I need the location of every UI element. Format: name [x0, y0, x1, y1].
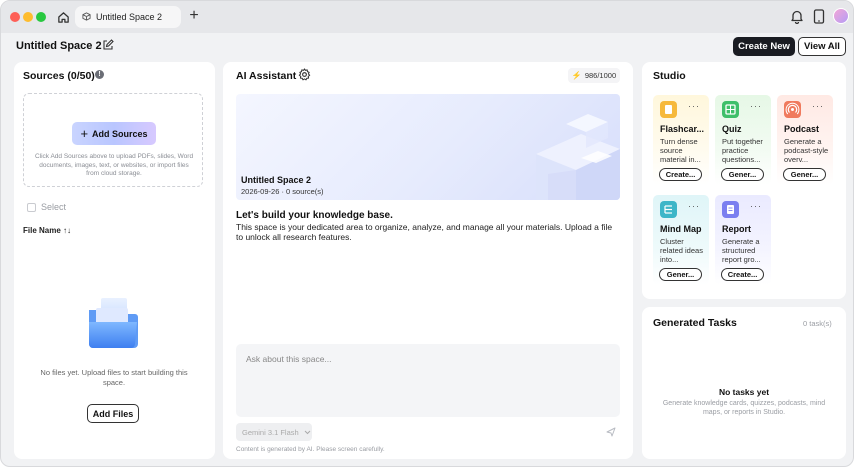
close-window-button[interactable]	[10, 12, 20, 22]
tab-label: Untitled Space 2	[96, 12, 163, 22]
ai-assistant-title: AI Assistant	[236, 70, 297, 82]
space-title: Untitled Space 2	[16, 40, 102, 52]
sources-title: Sources (0/50)	[23, 70, 95, 82]
no-tasks-description: Generate knowledge cards, quizzes, podca…	[662, 400, 826, 416]
minimize-window-button[interactable]	[23, 12, 33, 22]
card-description: Generate a podcast-style overv...	[784, 137, 829, 164]
tasks-title: Generated Tasks	[653, 317, 737, 329]
tab-untitled-space[interactable]: Untitled Space 2	[75, 6, 181, 28]
card-description: Cluster related ideas into...	[660, 237, 703, 264]
file-name-sort-header[interactable]: File Name ↑↓	[23, 226, 71, 235]
card-title: Report	[722, 224, 751, 234]
card-title: Flashcar...	[660, 124, 705, 134]
podcast-icon	[784, 101, 801, 118]
card-title: Podcast	[784, 124, 820, 134]
add-sources-button[interactable]: + Add Sources	[72, 122, 156, 145]
kb-description: This space is your dedicated area to org…	[236, 222, 613, 242]
report-icon	[722, 201, 739, 218]
studio-card-podcast[interactable]: ··· Podcast Generate a podcast-style ove…	[777, 95, 833, 185]
credits-value: 986/1000	[584, 71, 617, 80]
sources-panel: Sources (0/50) ! + Add Sources Click Add…	[14, 62, 215, 459]
app-window: Untitled Space 2 + Untitled Space 2 Crea…	[0, 0, 854, 467]
more-icon[interactable]: ···	[750, 201, 762, 211]
studio-card-mind-map[interactable]: ··· Mind Map Cluster related ideas into.…	[653, 195, 709, 285]
card-description: Generate a structured report gro...	[722, 237, 761, 264]
ai-assistant-panel: AI Assistant ⚡ 986/1000 Untitled Space 2…	[223, 62, 633, 459]
card-action-button[interactable]: Gener...	[783, 168, 826, 181]
model-label: Gemini 3.1 Flash	[242, 427, 299, 437]
no-tasks-title: No tasks yet	[718, 387, 770, 397]
create-new-button[interactable]: Create New	[733, 37, 795, 56]
add-sources-label: Add Sources	[92, 128, 148, 139]
maximize-window-button[interactable]	[36, 12, 46, 22]
model-select[interactable]: Gemini 3.1 Flash	[236, 423, 312, 441]
card-description: Turn dense source material in...	[660, 137, 701, 164]
card-description: Put together practice questions...	[722, 137, 763, 164]
avatar[interactable]	[833, 8, 849, 24]
more-icon[interactable]: ···	[688, 101, 700, 111]
cube-icon	[82, 11, 91, 23]
card-action-button[interactable]: Create...	[659, 168, 702, 181]
card-action-button[interactable]: Gener...	[721, 168, 764, 181]
home-icon[interactable]	[53, 8, 73, 26]
hero-title: Untitled Space 2	[241, 175, 312, 185]
select-label: Select	[41, 202, 67, 212]
upload-dropzone[interactable]: + Add Sources Click Add Sources above to…	[23, 93, 203, 187]
view-all-button[interactable]: View All	[798, 37, 846, 56]
add-files-button[interactable]: Add Files	[87, 404, 139, 423]
ai-disclaimer: Content is generated by AI. Please scree…	[236, 446, 385, 453]
gear-icon[interactable]	[298, 68, 311, 84]
bell-icon[interactable]	[790, 9, 804, 27]
credits-badge: ⚡ 986/1000	[568, 68, 620, 83]
info-icon[interactable]: !	[95, 70, 104, 79]
empty-files-message: No files yet. Upload files to start buil…	[40, 368, 188, 387]
card-title: Mind Map	[660, 224, 702, 234]
tablet-icon[interactable]	[813, 9, 825, 27]
ask-input[interactable]: Ask about this space...	[236, 344, 620, 417]
space-hero-banner: Untitled Space 2 2026-09-26 · 0 source(s…	[236, 94, 620, 200]
bolt-icon: ⚡	[571, 71, 582, 80]
dropzone-hint: Click Add Sources above to upload PDFs, …	[34, 153, 194, 177]
title-bar: Untitled Space 2 +	[1, 1, 853, 33]
studio-card-quiz[interactable]: ··· Quiz Put together practice questions…	[715, 95, 771, 185]
studio-title: Studio	[653, 70, 686, 82]
studio-panel: Studio ··· Flashcar... Turn dense source…	[642, 62, 846, 299]
hero-subtitle: 2026-09-26 · 0 source(s)	[241, 187, 324, 196]
chevron-down-icon	[304, 428, 311, 437]
more-icon[interactable]: ···	[688, 201, 700, 211]
card-title: Quiz	[722, 124, 742, 134]
quiz-icon	[722, 101, 739, 118]
tasks-count: 0 task(s)	[803, 319, 832, 328]
card-action-button[interactable]: Gener...	[659, 268, 702, 281]
select-all-checkbox[interactable]	[27, 202, 36, 212]
more-icon[interactable]: ···	[750, 101, 762, 111]
send-icon[interactable]	[606, 427, 616, 439]
flashcard-icon	[660, 101, 677, 118]
folder-icon	[87, 296, 139, 353]
more-icon[interactable]: ···	[812, 101, 824, 111]
mind-map-icon	[660, 201, 677, 218]
card-action-button[interactable]: Create...	[721, 268, 764, 281]
studio-card-flashcards[interactable]: ··· Flashcar... Turn dense source materi…	[653, 95, 709, 185]
ask-placeholder: Ask about this space...	[246, 354, 332, 364]
kb-heading: Let's build your knowledge base.	[236, 210, 393, 221]
plus-icon: +	[80, 126, 89, 141]
select-all-row[interactable]: Select	[27, 202, 66, 212]
new-tab-button[interactable]: +	[185, 8, 203, 26]
generated-tasks-panel: Generated Tasks 0 task(s) No tasks yet G…	[642, 307, 846, 459]
edit-icon[interactable]	[102, 39, 114, 54]
studio-card-report[interactable]: ··· Report Generate a structured report …	[715, 195, 771, 285]
